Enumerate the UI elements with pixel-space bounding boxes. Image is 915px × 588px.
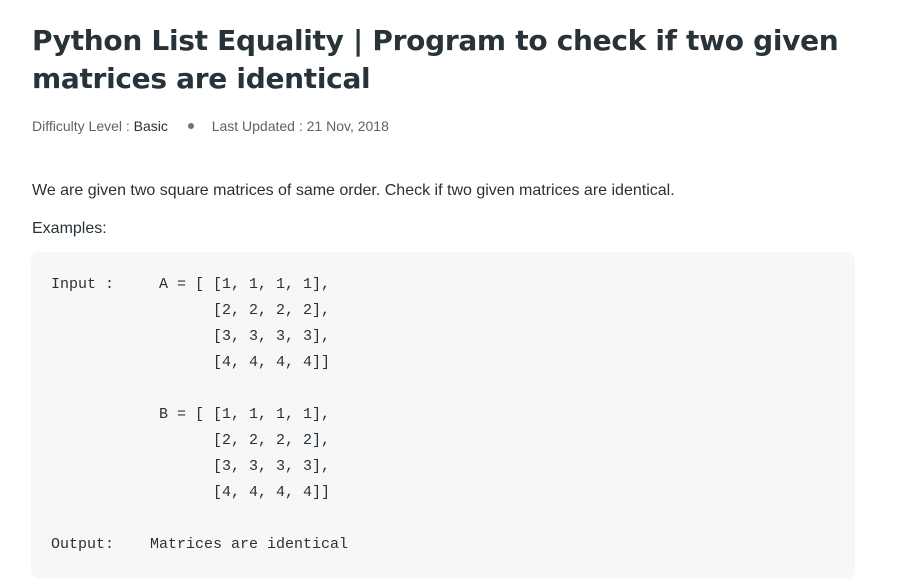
difficulty-value[interactable]: Basic [134, 118, 168, 134]
difficulty-label: Difficulty Level : [32, 118, 134, 134]
last-updated: Last Updated : 21 Nov, 2018 [211, 118, 389, 134]
article-page: Python List Equality | Program to check … [0, 0, 915, 588]
code-text: Input : A = [ [1, 1, 1, 1], [2, 2, 2, 2]… [51, 276, 349, 553]
intro-paragraph: We are given two square matrices of same… [32, 182, 675, 199]
separator-dot-icon [187, 123, 194, 130]
article-title: Python List Equality | Program to check … [32, 24, 839, 95]
code-block: Input : A = [ [1, 1, 1, 1], [2, 2, 2, 2]… [31, 252, 855, 578]
article-meta: Difficulty Level : Basic Last Updated : … [32, 116, 389, 136]
examples-label: Examples: [32, 220, 107, 237]
